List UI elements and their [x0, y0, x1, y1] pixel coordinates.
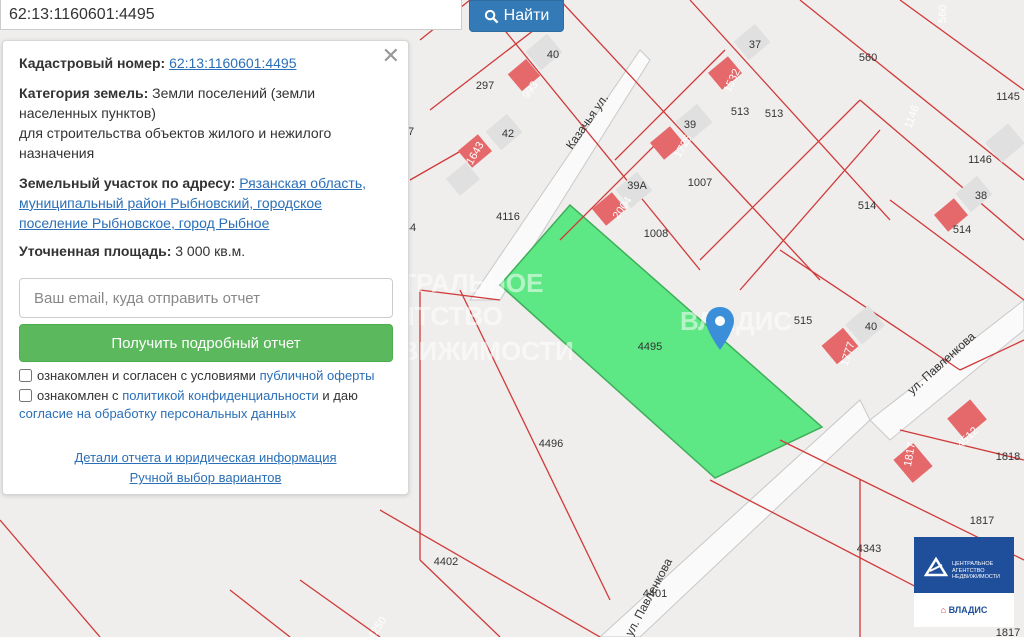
public-offer-link[interactable]: публичной оферты: [260, 368, 375, 383]
manual-selection-link[interactable]: Ручной выбор вариантов: [3, 470, 408, 485]
parcel-label-560: 560: [859, 52, 877, 64]
parcel-label-514: 514: [858, 200, 876, 212]
consent-privacy-checkbox[interactable]: [19, 389, 32, 402]
parcel-label-1008: 1008: [644, 228, 668, 240]
search-button[interactable]: Найти: [469, 0, 564, 32]
parcel-label-4343: 4343: [857, 543, 881, 555]
parcel-label-4116: 4116: [496, 211, 520, 223]
cadastral-number-row: Кадастровый номер: 62:13:1160601:4495: [19, 55, 297, 71]
parcel-label-515: 515: [794, 315, 812, 327]
parcel-label-1817: 1817: [996, 627, 1020, 637]
address-link-3[interactable]: поселение Рыбновское, город Рыбное: [19, 215, 269, 231]
parcel-label-40: 40: [865, 321, 877, 333]
parcel-label-39: 39: [684, 119, 696, 131]
parcel-label-1146: 1146: [968, 154, 992, 166]
close-icon[interactable]: ✕: [382, 45, 400, 67]
address-link-2[interactable]: муниципальный район Рыбновский, городско…: [19, 195, 322, 211]
cadastral-number-link[interactable]: 62:13:1160601:4495: [169, 55, 296, 71]
parcel-label-38: 38: [975, 190, 987, 202]
svg-text:ВЛАДИС: ВЛАДИС: [680, 306, 792, 336]
parcel-label-4495: 4495: [638, 341, 662, 353]
brand-agency-text: ЦЕНТРАЛЬНОЕ АГЕНТСТВО НЕДВИЖИМОСТИ: [952, 561, 1000, 580]
search-icon: [484, 9, 499, 23]
parcel-label-1817: 1817: [970, 515, 994, 527]
parcel-label-4402: 4402: [434, 556, 458, 568]
privacy-policy-link[interactable]: политикой конфиденциальности: [122, 388, 319, 403]
search-input[interactable]: [0, 0, 462, 30]
parcel-label-513: 513: [731, 106, 749, 118]
brand-logo-banner: ЦЕНТРАЛЬНОЕ АГЕНТСТВО НЕДВИЖИМОСТИ: [914, 537, 1014, 593]
parcel-label-37: 37: [749, 39, 761, 51]
address-link[interactable]: Рязанская область,: [239, 175, 366, 191]
consent-offer-checkbox[interactable]: [19, 369, 32, 382]
consent-offer-row: ознакомлен и согласен с условиями публич…: [19, 367, 399, 385]
parcel-label-560: 560: [937, 5, 949, 23]
parcel-label-39А: 39А: [627, 180, 647, 192]
brand-name: ⌂ ВЛАДИС: [940, 605, 988, 615]
land-category-row: Категория земель: Земли поселений (земли…: [19, 85, 332, 161]
parcel-label-514: 514: [953, 224, 971, 236]
area-row: Уточненная площадь: 3 000 кв.м.: [19, 243, 246, 259]
address-row: Земельный участок по адресу: Рязанская о…: [19, 175, 367, 231]
house-logo-icon: [924, 556, 948, 577]
parcel-info-panel: ✕ Кадастровый номер: 62:13:1160601:4495 …: [2, 40, 409, 495]
report-details-link[interactable]: Детали отчета и юридическая информация: [3, 450, 408, 465]
parcel-label-42: 42: [502, 128, 514, 140]
parcel-label-40: 40: [547, 49, 559, 61]
parcel-label-297: 297: [476, 80, 494, 92]
consent-privacy-row: ознакомлен с политикой конфиденциальност…: [19, 388, 358, 421]
parcel-label-4496: 4496: [539, 438, 563, 450]
parcel-label-1145: 1145: [996, 91, 1020, 103]
parcel-label-1818: 1818: [996, 451, 1020, 463]
brand-logo: ЦЕНТРАЛЬНОЕ АГЕНТСТВО НЕДВИЖИМОСТИ ⌂ ВЛАДИ…: [914, 537, 1014, 627]
personal-data-consent-link[interactable]: согласие на обработку персональных данны…: [19, 406, 296, 421]
search-button-label: Найти: [503, 7, 550, 24]
email-field[interactable]: [19, 278, 393, 318]
parcel-label-1007: 1007: [688, 177, 712, 189]
parcel-label-513: 513: [765, 108, 783, 120]
get-report-button[interactable]: Получить подробный отчет: [19, 324, 393, 362]
